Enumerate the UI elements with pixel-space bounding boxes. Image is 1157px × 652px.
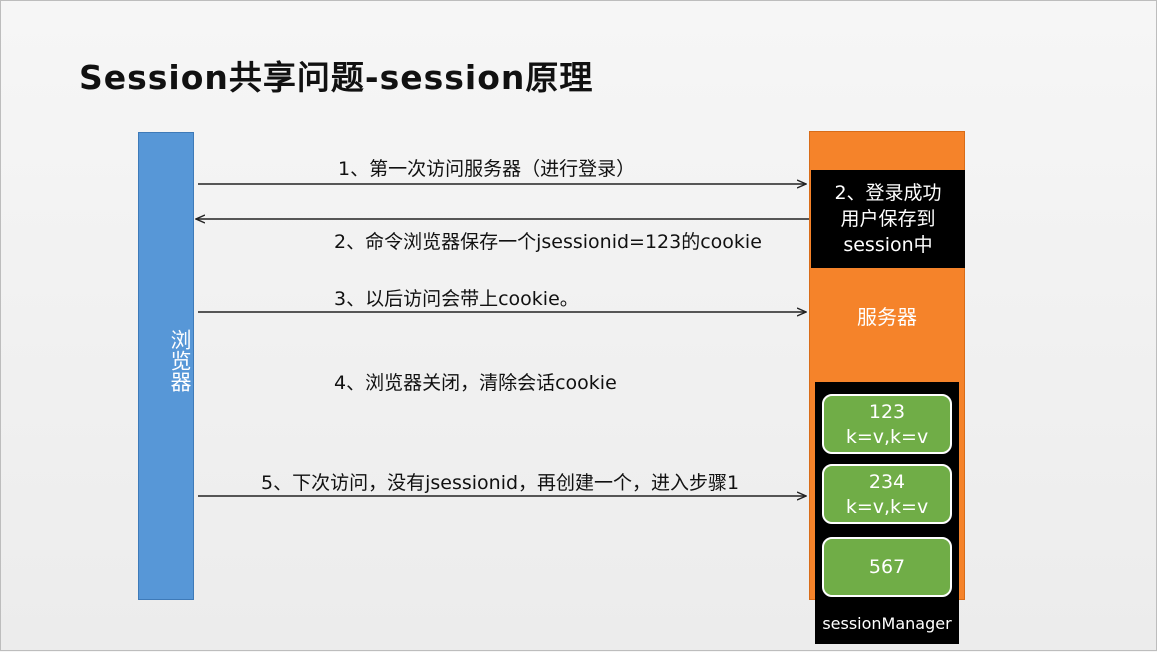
step-5-label: 5、下次访问，没有jsessionid，再创建一个，进入步骤1 [261, 472, 740, 494]
step-3-label: 3、以后访问会带上cookie。 [334, 288, 579, 310]
step-4-label: 4、浏览器关闭，清除会话cookie [334, 372, 617, 394]
step-1-label: 1、第一次访问服务器（进行登录） [338, 158, 636, 180]
step-2-label: 2、命令浏览器保存一个jsessionid=123的cookie [334, 231, 762, 253]
slide: Session共享问题-session原理 浏览器 2、登录成功 用户保存到 s… [0, 0, 1157, 651]
message-arrows [1, 1, 809, 652]
